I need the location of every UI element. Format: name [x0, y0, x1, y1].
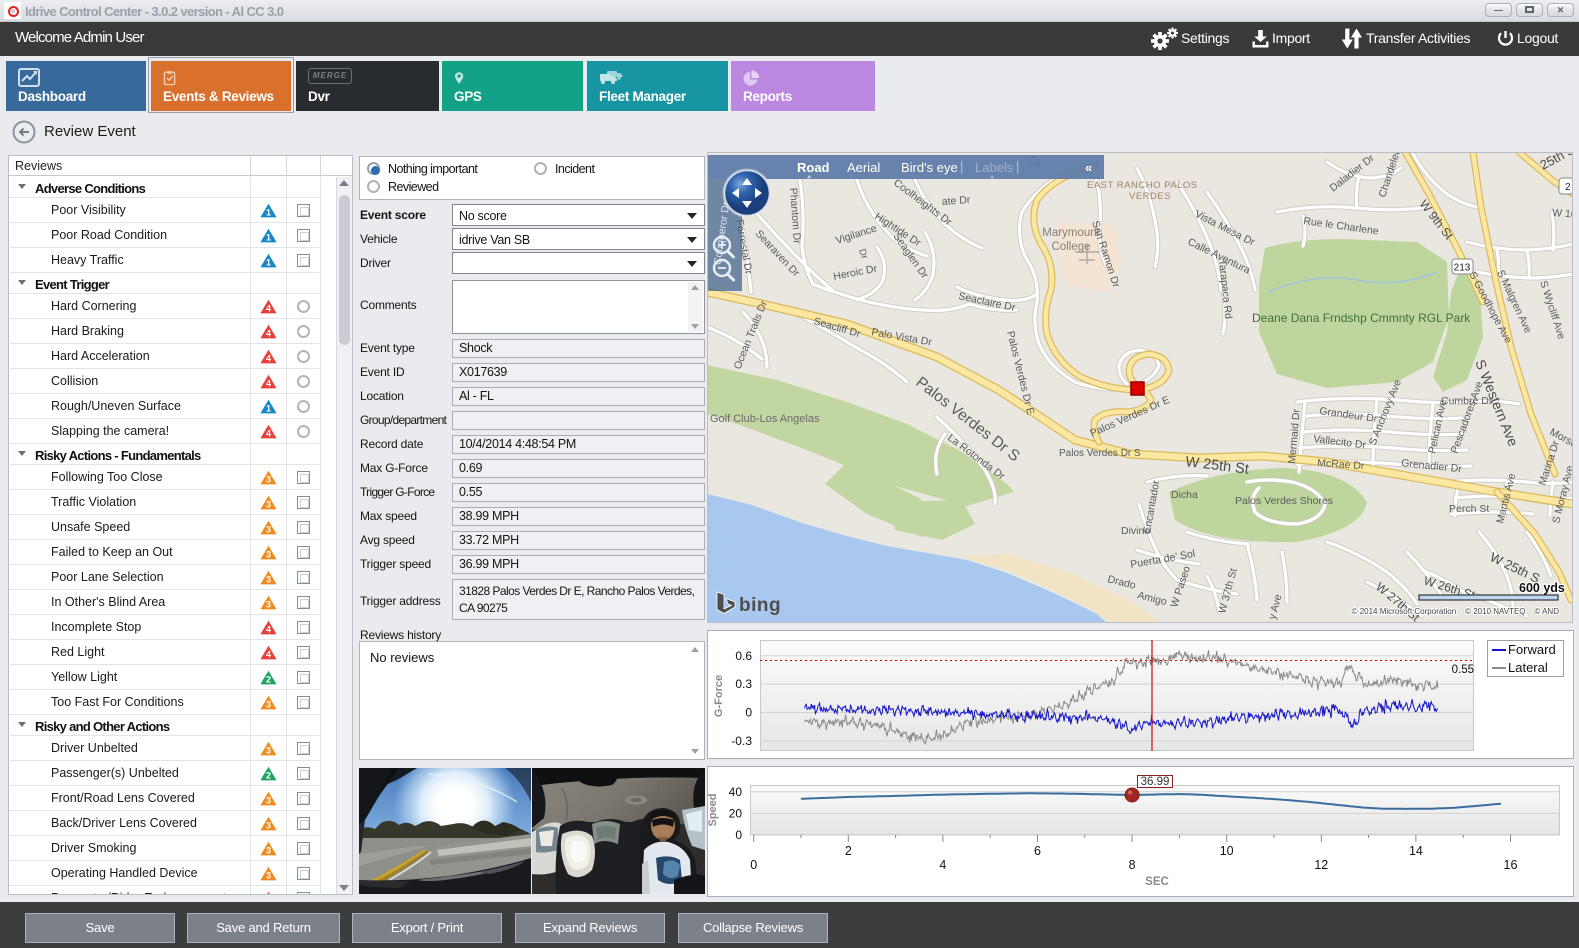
svg-text:Marymount: Marymount — [1042, 227, 1100, 239]
svg-text:-0.3: -0.3 — [731, 734, 752, 748]
svg-text:|: | — [960, 159, 963, 174]
svg-text:|: | — [1016, 159, 1019, 174]
svg-text:G-Force: G-Force — [713, 675, 725, 717]
svg-text:3: 3 — [266, 524, 271, 534]
svg-text:4: 4 — [266, 353, 271, 363]
svg-text:4: 4 — [266, 303, 271, 313]
svg-text:© 2014 Microsoft Corporation: © 2014 Microsoft Corporation © 2010 NAVT… — [1352, 607, 1560, 616]
svg-text:40: 40 — [729, 785, 743, 799]
svg-text:2: 2 — [266, 770, 271, 780]
svg-text:14: 14 — [1409, 844, 1423, 858]
svg-text:3: 3 — [266, 549, 271, 559]
svg-text:Perch St: Perch St — [1449, 503, 1489, 515]
svg-text:3: 3 — [266, 820, 271, 830]
svg-text:Dicha: Dicha — [1171, 489, 1198, 501]
svg-text:1: 1 — [266, 207, 271, 217]
svg-text:3: 3 — [266, 699, 271, 709]
svg-text:1: 1 — [266, 232, 271, 242]
svg-text:«: « — [1085, 160, 1092, 175]
svg-text:10: 10 — [1220, 844, 1234, 858]
svg-text:1: 1 — [266, 403, 271, 413]
svg-text:4: 4 — [266, 428, 271, 438]
svg-text:4: 4 — [939, 858, 946, 872]
svg-text:Golf Club-Los Angelas: Golf Club-Los Angelas — [710, 413, 820, 425]
svg-text:213: 213 — [1454, 263, 1471, 274]
svg-text:ate Dr: ate Dr — [941, 194, 971, 208]
svg-text:0.55: 0.55 — [1452, 664, 1474, 676]
svg-text:Palos Verdes Dr S: Palos Verdes Dr S — [1059, 448, 1141, 459]
svg-text:3: 3 — [266, 599, 271, 609]
svg-text:2: 2 — [1565, 182, 1571, 193]
svg-text:20: 20 — [729, 806, 743, 820]
svg-text:EAST RANCHO PALOS: EAST RANCHO PALOS — [1087, 180, 1198, 191]
svg-text:4: 4 — [266, 328, 271, 338]
svg-text:VERDES: VERDES — [1129, 191, 1171, 202]
svg-text:Labels: Labels — [975, 160, 1014, 175]
svg-text:1: 1 — [266, 257, 271, 267]
svg-text:3: 3 — [266, 574, 271, 584]
svg-text:Deane Dana Frndshp Cmmnty RGL: Deane Dana Frndshp Cmmnty RGL Park — [1252, 311, 1471, 325]
svg-text:12: 12 — [1314, 858, 1328, 872]
svg-text:16: 16 — [1504, 858, 1518, 872]
svg-text:0.6: 0.6 — [735, 649, 752, 663]
svg-text:600 yds: 600 yds — [1519, 581, 1565, 595]
svg-text:Bird's eye: Bird's eye — [901, 160, 958, 175]
svg-text:3: 3 — [266, 499, 271, 509]
svg-text:3: 3 — [266, 845, 271, 855]
svg-text:2: 2 — [845, 844, 852, 858]
svg-text:0: 0 — [745, 706, 752, 720]
svg-text:bing: bing — [739, 595, 781, 616]
svg-text:4: 4 — [266, 378, 271, 388]
svg-text:Road: Road — [797, 160, 830, 175]
svg-text:0.3: 0.3 — [735, 677, 752, 691]
svg-text:Speed: Speed — [707, 793, 719, 826]
svg-text:Palos Verdes Shores: Palos Verdes Shores — [1235, 495, 1333, 507]
svg-text:8: 8 — [1129, 858, 1136, 872]
svg-text:3: 3 — [266, 474, 271, 484]
svg-text:0: 0 — [750, 858, 757, 872]
svg-text:SEC: SEC — [1145, 876, 1169, 888]
svg-text:3: 3 — [266, 745, 271, 755]
svg-text:W 10t: W 10t — [1552, 207, 1573, 221]
svg-text:2: 2 — [266, 674, 271, 684]
svg-text:4: 4 — [266, 624, 271, 634]
svg-text:6: 6 — [1034, 844, 1041, 858]
svg-text:3: 3 — [266, 795, 271, 805]
svg-text:College: College — [1052, 241, 1091, 253]
svg-text:4: 4 — [266, 649, 271, 659]
svg-text:0: 0 — [735, 828, 742, 842]
svg-text:3: 3 — [266, 870, 271, 880]
svg-text:Aerial: Aerial — [847, 160, 880, 175]
